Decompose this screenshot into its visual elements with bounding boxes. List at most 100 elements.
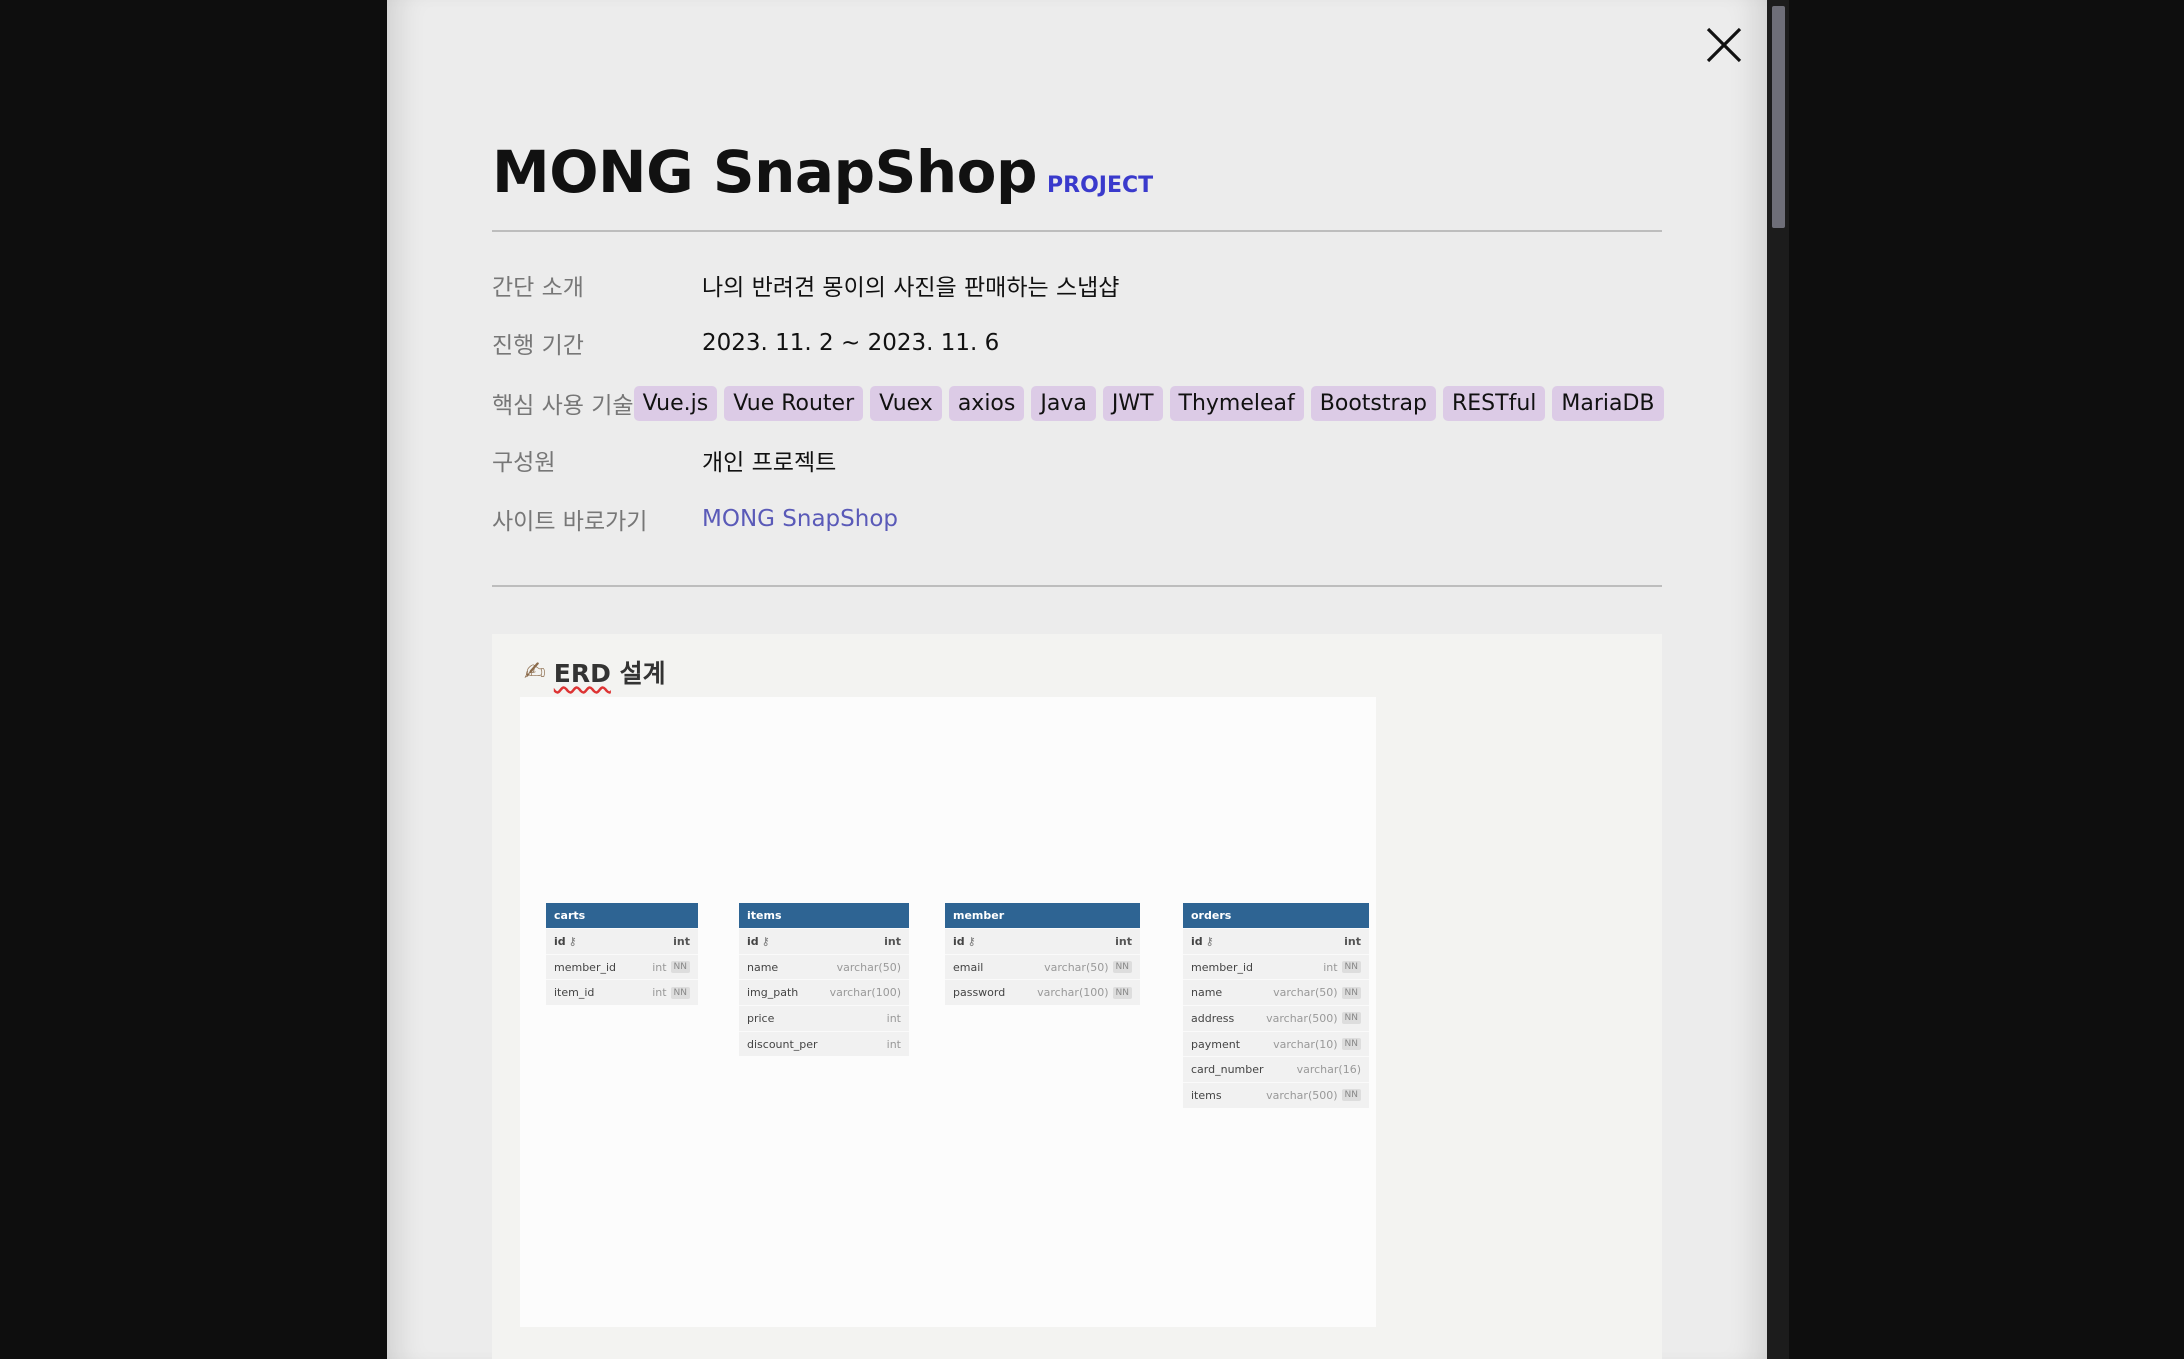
close-icon bbox=[1706, 27, 1742, 63]
info-label: 사이트 바로가기 bbox=[492, 509, 648, 535]
tech-tag-list: Vue.js Vue Router Vuex axios Java JWT Th… bbox=[633, 385, 1664, 421]
not-null-badge: NN bbox=[1341, 1038, 1361, 1051]
erd-column-type: varchar(500) NN bbox=[1266, 1012, 1361, 1025]
erd-column-type-text: varchar(16) bbox=[1296, 1063, 1361, 1077]
erd-column-type: int NN bbox=[652, 986, 690, 999]
not-null-badge: NN bbox=[1341, 1012, 1361, 1025]
erd-column-row: name varchar(50) NN bbox=[1183, 979, 1369, 1005]
erd-column-type-text: varchar(100) bbox=[1037, 986, 1109, 1000]
erd-column-type-text: varchar(100) bbox=[829, 986, 901, 1000]
erd-column-row: item_id int NN bbox=[546, 979, 698, 1005]
erd-column-row: id ⚷ int bbox=[945, 928, 1140, 954]
erd-column-type: int bbox=[673, 935, 690, 948]
erd-column-name: name bbox=[747, 960, 779, 974]
erd-column-name: name bbox=[1191, 986, 1223, 1000]
erd-column-row: id ⚷ int bbox=[1183, 928, 1369, 954]
erd-table-items: items id ⚷ int name varchar(50) img_path varch… bbox=[739, 903, 909, 1057]
scroll-thumb[interactable] bbox=[1772, 6, 1785, 228]
erd-title: ERD 설계 bbox=[554, 654, 666, 690]
erd-column-row: card_number varchar(16) bbox=[1183, 1056, 1369, 1082]
erd-column-name: member_id bbox=[1191, 960, 1254, 974]
erd-column-name: id bbox=[1191, 934, 1203, 948]
key-icon: ⚷ bbox=[761, 934, 770, 948]
info-value: 개인 프로젝트 bbox=[702, 450, 837, 476]
erd-column-type: int bbox=[884, 935, 901, 948]
erd-column-name: discount_per bbox=[747, 1037, 818, 1051]
erd-heading: ✍ ERD 설계 bbox=[524, 654, 666, 690]
info-label: 핵심 사용 기술 bbox=[492, 393, 634, 419]
erd-column-type-text: varchar(50) bbox=[1044, 960, 1109, 974]
not-null-badge: NN bbox=[1341, 961, 1361, 974]
erd-column-name: img_path bbox=[747, 986, 799, 1000]
erd-diagram: carts id ⚷ int member_id int NN item_id int NN it… bbox=[520, 697, 1376, 1327]
erd-column-row: price int bbox=[739, 1005, 909, 1031]
erd-column-row: password varchar(100) NN bbox=[945, 979, 1140, 1005]
erd-column-type: varchar(500) NN bbox=[1266, 1089, 1361, 1102]
key-icon: ⚷ bbox=[568, 934, 577, 948]
erd-column-name: password bbox=[953, 986, 1006, 1000]
erd-column-type: int bbox=[887, 1038, 901, 1051]
erd-column-type-text: varchar(500) bbox=[1266, 1011, 1338, 1025]
title-row: MONG SnapShop PROJECT bbox=[492, 138, 1153, 206]
erd-column-type: varchar(50) NN bbox=[1044, 961, 1132, 974]
erd-column-name: item_id bbox=[554, 986, 595, 1000]
erd-column-type: int NN bbox=[652, 961, 690, 974]
writing-hand-icon: ✍ bbox=[524, 657, 546, 687]
erd-column-row: member_id int NN bbox=[546, 953, 698, 980]
erd-column-type-text: int bbox=[886, 1037, 901, 1051]
not-null-badge: NN bbox=[1112, 961, 1132, 974]
erd-column-name: price bbox=[747, 1011, 775, 1025]
tech-tag: Thymeleaf bbox=[1169, 385, 1304, 421]
erd-column-name: id bbox=[554, 934, 566, 948]
scrollbar[interactable] bbox=[1767, 0, 1789, 1359]
info-row-period: 진행 기간 2023. 11. 2 ~ 2023. 11. 6 bbox=[492, 321, 1662, 365]
erd-column-row: address varchar(500) NN bbox=[1183, 1005, 1369, 1031]
info-value: 2023. 11. 2 ~ 2023. 11. 6 bbox=[702, 330, 1000, 356]
erd-column-type: varchar(100) NN bbox=[1037, 986, 1132, 999]
erd-card: ✍ ERD 설계 carts id ⚷ int member_id int NN item_… bbox=[492, 634, 1662, 1359]
erd-column-type: varchar(100) bbox=[830, 986, 901, 999]
page-title: MONG SnapShop bbox=[492, 138, 1038, 206]
erd-column-name: items bbox=[1191, 1088, 1222, 1102]
erd-column-row: id ⚷ int bbox=[739, 928, 909, 954]
project-tag: PROJECT bbox=[1047, 173, 1154, 198]
not-null-badge: NN bbox=[1341, 1089, 1361, 1102]
erd-table-header: member bbox=[945, 903, 1140, 928]
erd-column-type: int bbox=[1115, 935, 1132, 948]
erd-column-type: int NN bbox=[1323, 961, 1361, 974]
erd-table-member: member id ⚷ int email varchar(50) NN password v… bbox=[945, 903, 1140, 1006]
erd-column-type: int bbox=[1344, 935, 1361, 948]
tech-tag: JWT bbox=[1102, 385, 1163, 421]
erd-column-type-text: int bbox=[652, 960, 667, 974]
erd-column-type: varchar(50) bbox=[837, 961, 901, 974]
erd-table-orders: orders id ⚷ int member_id int NN name varchar(5… bbox=[1183, 903, 1369, 1108]
info-row-summary: 간단 소개 나의 반려견 몽이의 사진을 판매하는 스냅샵 bbox=[492, 263, 1662, 307]
not-null-badge: NN bbox=[1112, 986, 1132, 999]
divider-top bbox=[492, 230, 1662, 232]
project-modal: MONG SnapShop PROJECT 간단 소개 나의 반려견 몽이의 사… bbox=[387, 0, 1767, 1359]
erd-table-header: items bbox=[739, 903, 909, 928]
tech-tag: Bootstrap bbox=[1310, 385, 1436, 421]
erd-column-name: address bbox=[1191, 1011, 1235, 1025]
erd-column-name: id bbox=[953, 934, 965, 948]
erd-title-suffix: 설계 bbox=[610, 659, 666, 688]
erd-column-row: member_id int NN bbox=[1183, 953, 1369, 980]
not-null-badge: NN bbox=[670, 986, 690, 999]
erd-column-type: int bbox=[887, 1012, 901, 1025]
erd-column-type-text: varchar(500) bbox=[1266, 1088, 1338, 1102]
erd-column-row: items varchar(500) NN bbox=[1183, 1082, 1369, 1108]
site-link[interactable]: MONG SnapShop bbox=[702, 506, 898, 532]
erd-column-type-text: int bbox=[886, 1011, 901, 1025]
info-label: 간단 소개 bbox=[492, 275, 584, 301]
close-button[interactable] bbox=[1703, 24, 1745, 66]
erd-column-type: varchar(10) NN bbox=[1273, 1038, 1361, 1051]
not-null-badge: NN bbox=[1341, 986, 1361, 999]
erd-column-type-text: int bbox=[1344, 934, 1361, 948]
erd-column-row: discount_per int bbox=[739, 1030, 909, 1057]
erd-column-type-text: varchar(50) bbox=[836, 960, 901, 974]
erd-column-name: member_id bbox=[554, 960, 617, 974]
erd-column-type: varchar(16) bbox=[1297, 1063, 1361, 1076]
erd-column-row: name varchar(50) bbox=[739, 953, 909, 980]
tech-tag: MariaDB bbox=[1552, 385, 1664, 421]
erd-column-type: varchar(50) NN bbox=[1273, 986, 1361, 999]
